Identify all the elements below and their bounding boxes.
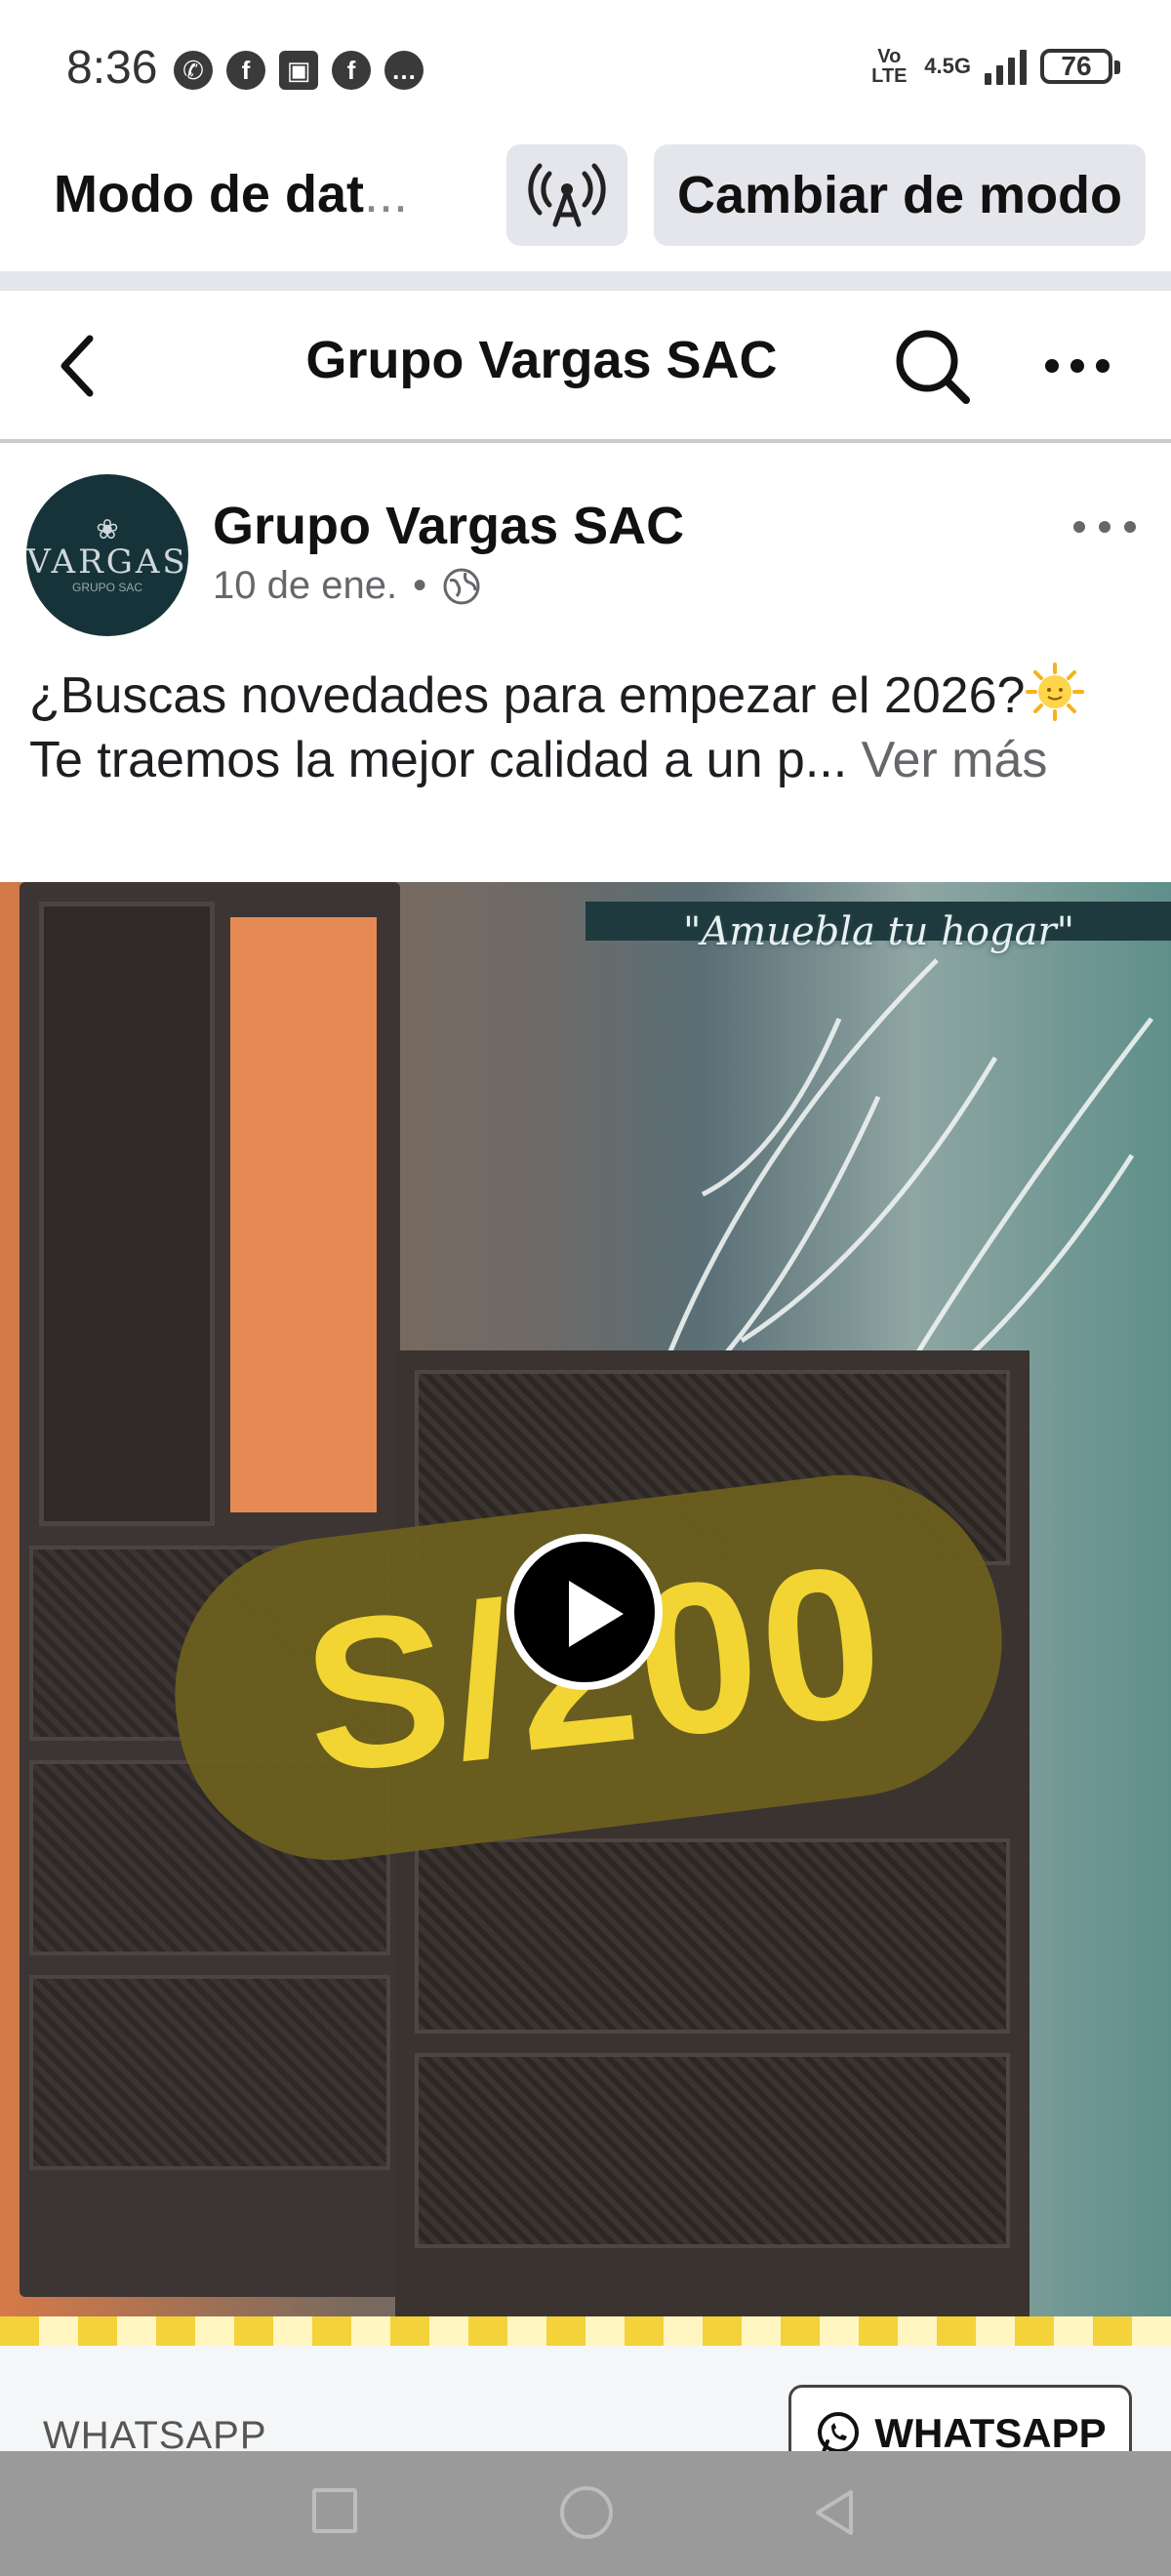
wardrobe-mirror — [224, 911, 383, 1518]
post-text: ¿Buscas novedades para empezar el 2026? … — [29, 662, 1151, 792]
facebook-icon: f — [332, 51, 371, 90]
antenna-icon — [528, 163, 606, 227]
more-horizontal-icon — [1045, 359, 1110, 373]
home-button[interactable] — [560, 2486, 613, 2539]
whatsapp-icon: ✆ — [174, 51, 213, 90]
divider — [0, 271, 1171, 291]
avatar-brand: VARGAS — [26, 543, 188, 582]
lotus-icon: ❀ — [96, 514, 119, 544]
video-tagline: "Amuebla tu hogar" — [683, 909, 1074, 954]
cabinet-drawer — [415, 1838, 1010, 2033]
data-mode-title: Modo de dat... — [54, 164, 415, 224]
battery-icon: 76 — [1040, 49, 1120, 84]
avatar[interactable]: ❀ VARGAS GRUPO SAC — [26, 474, 188, 636]
facebook-icon: f — [226, 51, 265, 90]
post-options-button[interactable] — [1066, 507, 1144, 546]
data-mode-antenna-button[interactable] — [506, 144, 627, 246]
whatsapp-button-label: WHATSAPP — [874, 2410, 1107, 2456]
post-author[interactable]: Grupo Vargas SAC — [213, 496, 684, 556]
post-date[interactable]: 10 de ene. — [213, 564, 397, 608]
status-time: 8:36 — [66, 42, 158, 94]
sun-emoji-icon — [1026, 663, 1085, 721]
post-text-line2: Te traemos la mejor calidad a un p... — [29, 732, 848, 788]
more-options-button[interactable] — [1034, 337, 1122, 395]
chat-bubble-icon: … — [384, 51, 424, 90]
switch-mode-button[interactable]: Cambiar de modo — [654, 144, 1146, 246]
video-bottom-border — [0, 2316, 1171, 2346]
network-type: 4.5G — [924, 54, 971, 78]
back-button[interactable] — [49, 327, 107, 405]
chevron-left-icon — [61, 335, 94, 397]
search-icon — [896, 330, 970, 404]
avatar-subtitle: GRUPO SAC — [71, 581, 142, 594]
signal-icon — [985, 48, 1027, 85]
status-indicators: Vo LTE 4.5G 76 — [868, 46, 1120, 87]
search-button[interactable] — [888, 322, 976, 410]
meta-separator: • — [413, 564, 427, 607]
recents-button[interactable] — [312, 2488, 357, 2533]
post-video[interactable]: "Amuebla tu hogar" S/200 — [0, 882, 1171, 2346]
page-title: Grupo Vargas SAC — [305, 331, 778, 389]
cabinet-drawer — [415, 2053, 1010, 2248]
post-text-line1: ¿Buscas novedades para empezar el 2026? — [29, 667, 1026, 724]
wardrobe-door — [39, 902, 215, 1526]
globe-icon — [443, 568, 480, 604]
volte-indicator: Vo LTE — [871, 46, 908, 87]
contact-card-icon: ▣ — [279, 51, 318, 90]
system-back-button[interactable] — [810, 2486, 859, 2539]
see-more-link[interactable]: Ver más — [862, 732, 1048, 788]
triangle-back-icon — [816, 2490, 853, 2535]
wardrobe-drawer — [29, 1975, 390, 2170]
post-meta: 10 de ene. • — [213, 564, 481, 608]
data-mode-title-text: Modo de dat — [54, 165, 364, 223]
data-mode-ellipsis: ... — [363, 165, 408, 223]
play-button[interactable] — [506, 1534, 663, 1690]
more-horizontal-icon — [1073, 521, 1136, 533]
